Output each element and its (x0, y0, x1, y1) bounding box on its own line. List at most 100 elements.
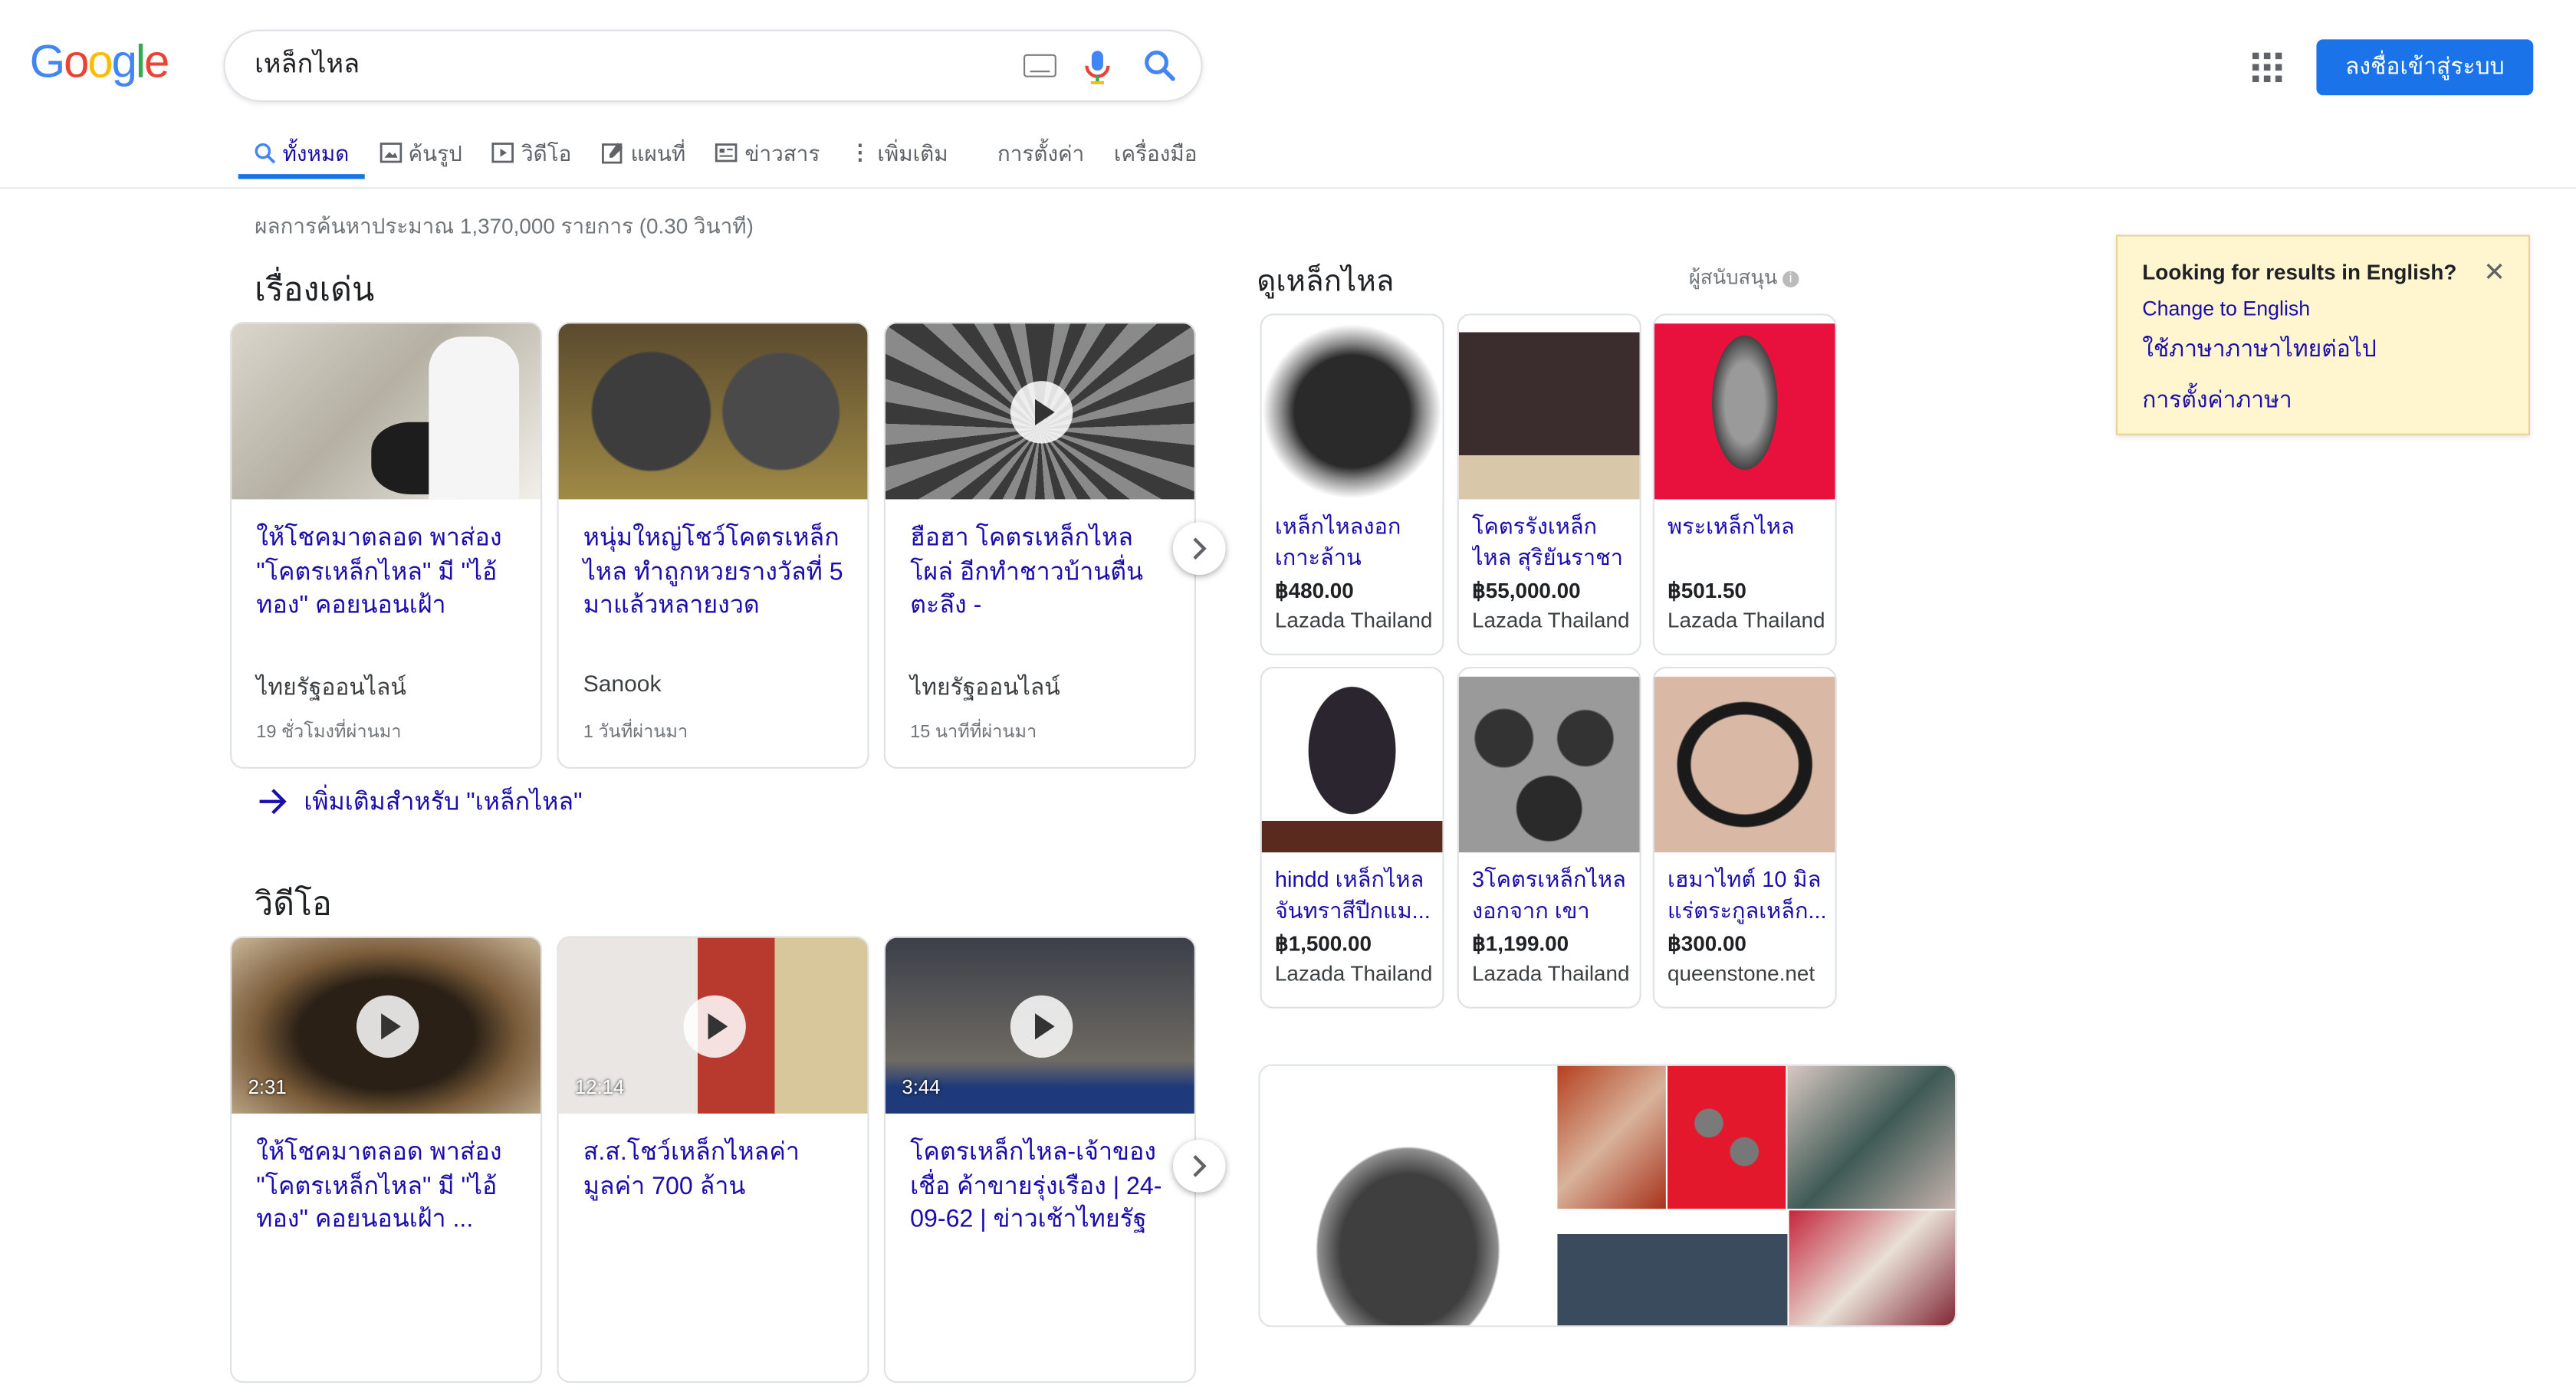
story-card[interactable]: ฮือฮา โคตรเหล็กไหลโผล่ อีกทำชาวบ้านตื่นต… (883, 322, 1196, 769)
apps-grid-icon[interactable] (2252, 52, 2282, 83)
shopping-heading: ดูเหล็กไหล (1257, 264, 1395, 297)
story-thumbnail (558, 323, 868, 500)
tab-label: ค้นรูป (408, 140, 462, 166)
image-result[interactable] (1787, 1065, 1955, 1209)
play-icon[interactable] (1010, 995, 1073, 1058)
product-card[interactable]: 3โคตรเหล็กไหล งอกจาก เขาอึม... ฿1,199.00… (1457, 667, 1641, 1009)
video-card[interactable]: 3:44 โคตรเหล็กไหล-เจ้าของเชื่อ ค้าขายรุ่… (883, 936, 1196, 1383)
play-icon[interactable] (683, 995, 746, 1058)
product-card[interactable]: เหล็กไหลงอกเกาะล้าน ฿480.00 Lazada Thail… (1260, 313, 1444, 655)
more-stories-link[interactable]: เพิ่มเติมสำหรับ "เหล็กไหล" (258, 782, 583, 821)
carousel-next-button[interactable] (1173, 522, 1226, 575)
product-store: Lazada Thailand (1274, 607, 1433, 632)
info-icon: i (1782, 270, 1799, 287)
story-time: 15 นาทีที่ผ่านมา (910, 722, 1037, 743)
product-card[interactable]: เฮมาไทต์ 10 มิล แร่ตระกูลเหล็ก... ฿300.0… (1652, 667, 1837, 1009)
more-stories-label: เพิ่มเติมสำหรับ "เหล็กไหล" (304, 788, 583, 816)
video-duration: 12:14 (575, 1075, 625, 1099)
tab-label: เครื่องมือ (1113, 140, 1198, 166)
story-thumbnail (886, 323, 1194, 500)
story-time: 1 วันที่ผ่านมา (583, 722, 688, 743)
google-logo[interactable]: Google (29, 36, 170, 89)
tab-settings[interactable]: การตั้งค่า (983, 131, 1099, 174)
tab-tools[interactable]: เครื่องมือ (1099, 131, 1212, 174)
logo-letter: G (29, 36, 66, 87)
product-image (1654, 676, 1835, 853)
video-icon (492, 143, 514, 163)
product-card[interactable]: พระเหล็กไหล ฿501.50 Lazada Thailand (1652, 313, 1837, 655)
news-icon (715, 143, 738, 162)
product-name: เฮมาไทต์ 10 มิล แร่ตระกูลเหล็ก... (1668, 867, 1827, 923)
video-thumbnail: 12:14 (558, 937, 868, 1114)
tab-videos[interactable]: วิดีโอ (477, 131, 586, 174)
tab-news[interactable]: ข่าวสาร (701, 131, 835, 174)
product-price: ฿501.50 (1668, 578, 1746, 603)
tab-label: แผนที่ (630, 140, 686, 166)
sponsored-label[interactable]: ผู้สนับสนุน i (1689, 263, 1799, 294)
image-results-panel[interactable] (1258, 1064, 1957, 1327)
product-name: พระเหล็กไหล (1668, 514, 1795, 539)
close-icon[interactable]: ✕ (2483, 256, 2505, 289)
logo-letter: e (144, 36, 169, 87)
search-icon[interactable] (1142, 48, 1178, 84)
video-title: โคตรเหล็กไหล-เจ้าของเชื่อ ค้าขายรุ่งเรือ… (910, 1138, 1162, 1234)
language-suggestion-heading: Looking for results in English? (2142, 259, 2457, 284)
story-card[interactable]: ให้โชคมาตลอด พาส่อง "โคตรเหล็กไหล" มี "ไ… (230, 322, 543, 769)
language-settings-link[interactable]: การตั้งค่าภาษา (2142, 382, 2292, 418)
story-source: ไทยรัฐออนไลน์ (256, 673, 406, 700)
story-source: ไทยรัฐออนไลน์ (910, 673, 1060, 700)
header-divider (0, 187, 2576, 189)
video-thumbnail: 3:44 (886, 937, 1194, 1114)
video-duration: 2:31 (248, 1075, 287, 1099)
product-image (1458, 676, 1640, 853)
product-store: Lazada Thailand (1274, 960, 1433, 986)
sponsored-text: ผู้สนับสนุน (1688, 266, 1778, 290)
search-box (223, 29, 1203, 102)
search-input[interactable] (255, 49, 978, 79)
image-result[interactable] (1260, 1065, 1556, 1326)
image-result[interactable] (1557, 1210, 1788, 1326)
video-duration: 3:44 (902, 1075, 941, 1099)
product-store: Lazada Thailand (1472, 960, 1630, 986)
story-title: ให้โชคมาตลอด พาส่อง "โคตรเหล็กไหล" มี "ไ… (256, 523, 502, 619)
chevron-right-icon (1193, 1155, 1207, 1177)
microphone-icon[interactable] (1079, 48, 1116, 87)
tab-label: ทั้งหมด (282, 140, 350, 166)
tab-more[interactable]: ⋮ เพิ่มเติม (835, 131, 963, 174)
video-card[interactable]: 12:14 ส.ส.โชว์เหล็กไหลค่ามูลค่า 700 ล้าน (557, 936, 869, 1383)
logo-letter: g (111, 36, 137, 87)
videos-heading: วิดีโอ (255, 887, 332, 924)
product-name: เหล็กไหลงอกเกาะล้าน (1274, 514, 1401, 569)
video-title: ส.ส.โชว์เหล็กไหลค่ามูลค่า 700 ล้าน (583, 1138, 800, 1200)
product-price: ฿1,199.00 (1472, 931, 1569, 957)
tab-maps[interactable]: แผนที่ (586, 131, 701, 174)
video-card[interactable]: 2:31 ให้โชคมาตลอด พาส่อง "โคตรเหล็กไหล" … (230, 936, 543, 1383)
arrow-right-icon (259, 789, 287, 815)
video-thumbnail: 2:31 (232, 937, 540, 1114)
image-result[interactable] (1789, 1210, 1955, 1326)
image-result[interactable] (1557, 1065, 1666, 1209)
product-price: ฿480.00 (1274, 578, 1354, 603)
product-card[interactable]: hindd เหล็กไหล จันทราสีปีกแม... ฿1,500.0… (1260, 667, 1444, 1009)
image-result[interactable] (1668, 1065, 1786, 1209)
tab-label: การตั้งค่า (997, 140, 1085, 166)
chevron-right-icon (1193, 537, 1207, 560)
tab-all[interactable]: ทั้งหมด (238, 131, 364, 179)
keep-thai-link[interactable]: ใช้ภาษาภาษาไทยต่อไป (2142, 332, 2377, 368)
product-card[interactable]: โคตรรังเหล็กไหล สุริยันราชา สีปี... ฿55,… (1457, 313, 1641, 655)
product-name: 3โคตรเหล็กไหล งอกจาก เขาอึม... (1472, 867, 1626, 923)
sign-in-button[interactable]: ลงชื่อเข้าสู่ระบบ (2316, 39, 2534, 96)
story-card[interactable]: หนุ่มใหญ่โชว์โคตรเหล็กไหล ทำถูกหวยรางวัล… (557, 322, 869, 769)
keyboard-icon[interactable] (1024, 54, 1056, 77)
language-suggestion-box: Looking for results in English? ✕ Change… (2116, 235, 2530, 435)
change-to-english-link[interactable]: Change to English (2142, 297, 2310, 320)
video-title: ให้โชคมาตลอด พาส่อง "โคตรเหล็กไหล" มี "ไ… (256, 1138, 502, 1234)
play-icon[interactable] (356, 995, 419, 1058)
story-time: 19 ชั่วโมงที่ผ่านมา (256, 722, 402, 743)
play-icon[interactable] (1010, 381, 1073, 444)
carousel-next-button[interactable] (1173, 1140, 1226, 1193)
logo-letter: o (87, 36, 113, 87)
logo-letter: l (135, 36, 146, 87)
result-stats: ผลการค้นหาประมาณ 1,370,000 รายการ (0.30 … (255, 213, 754, 238)
tab-images[interactable]: ค้นรูป (364, 131, 477, 174)
